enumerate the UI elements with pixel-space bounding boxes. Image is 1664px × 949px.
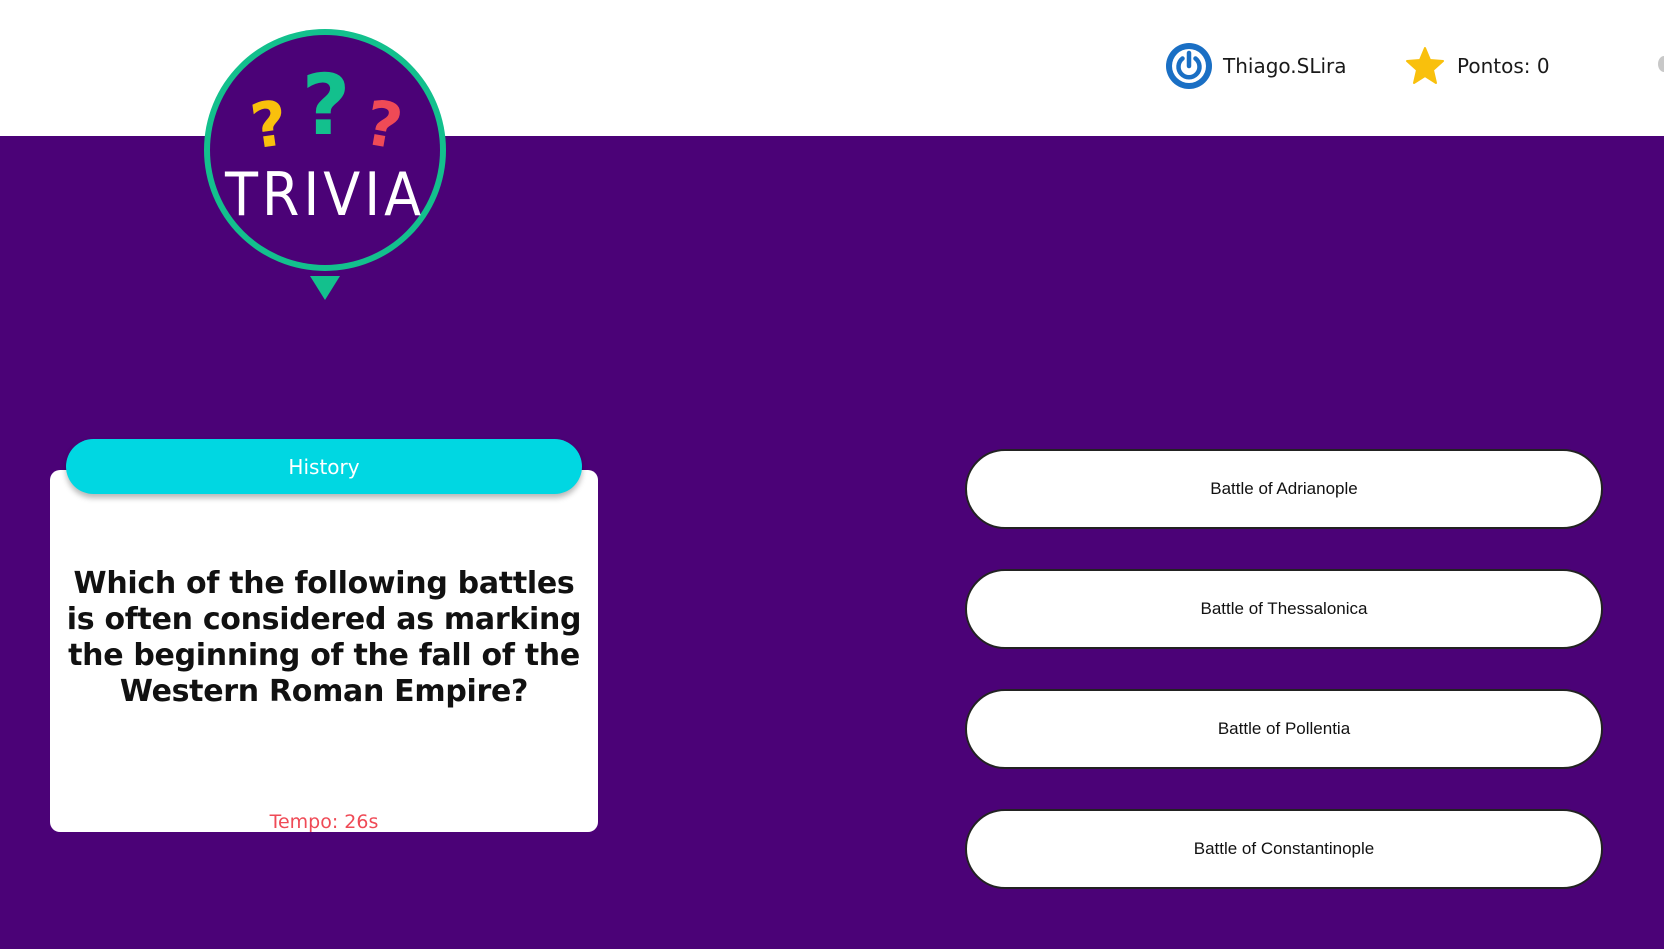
power-icon (1166, 43, 1212, 89)
trivia-logo: ? ? ? TRIVIA (204, 29, 446, 300)
timer-label: Tempo: 26s (269, 811, 379, 833)
star-icon (1406, 47, 1444, 84)
score-label: Pontos: 0 (1457, 54, 1550, 78)
answer-options: Battle of Adrianople Battle of Thessalon… (965, 449, 1603, 929)
logo-question-green: ? (302, 56, 351, 154)
user-profile: Thiago.SLira (1165, 42, 1347, 90)
score-display: Pontos: 0 (1405, 46, 1550, 86)
answer-option[interactable]: Battle of Thessalonica (965, 569, 1603, 649)
player-name: Thiago.SLira (1223, 54, 1347, 78)
answer-option[interactable]: Battle of Pollentia (965, 689, 1603, 769)
category-badge: History (66, 439, 582, 494)
logo-text: TRIVIA (224, 160, 425, 230)
answer-option[interactable]: Battle of Adrianople (965, 449, 1603, 529)
answer-option[interactable]: Battle of Constantinople (965, 809, 1603, 889)
edge-indicator (1658, 56, 1664, 72)
question-text: Which of the following battles is often … (66, 566, 582, 709)
